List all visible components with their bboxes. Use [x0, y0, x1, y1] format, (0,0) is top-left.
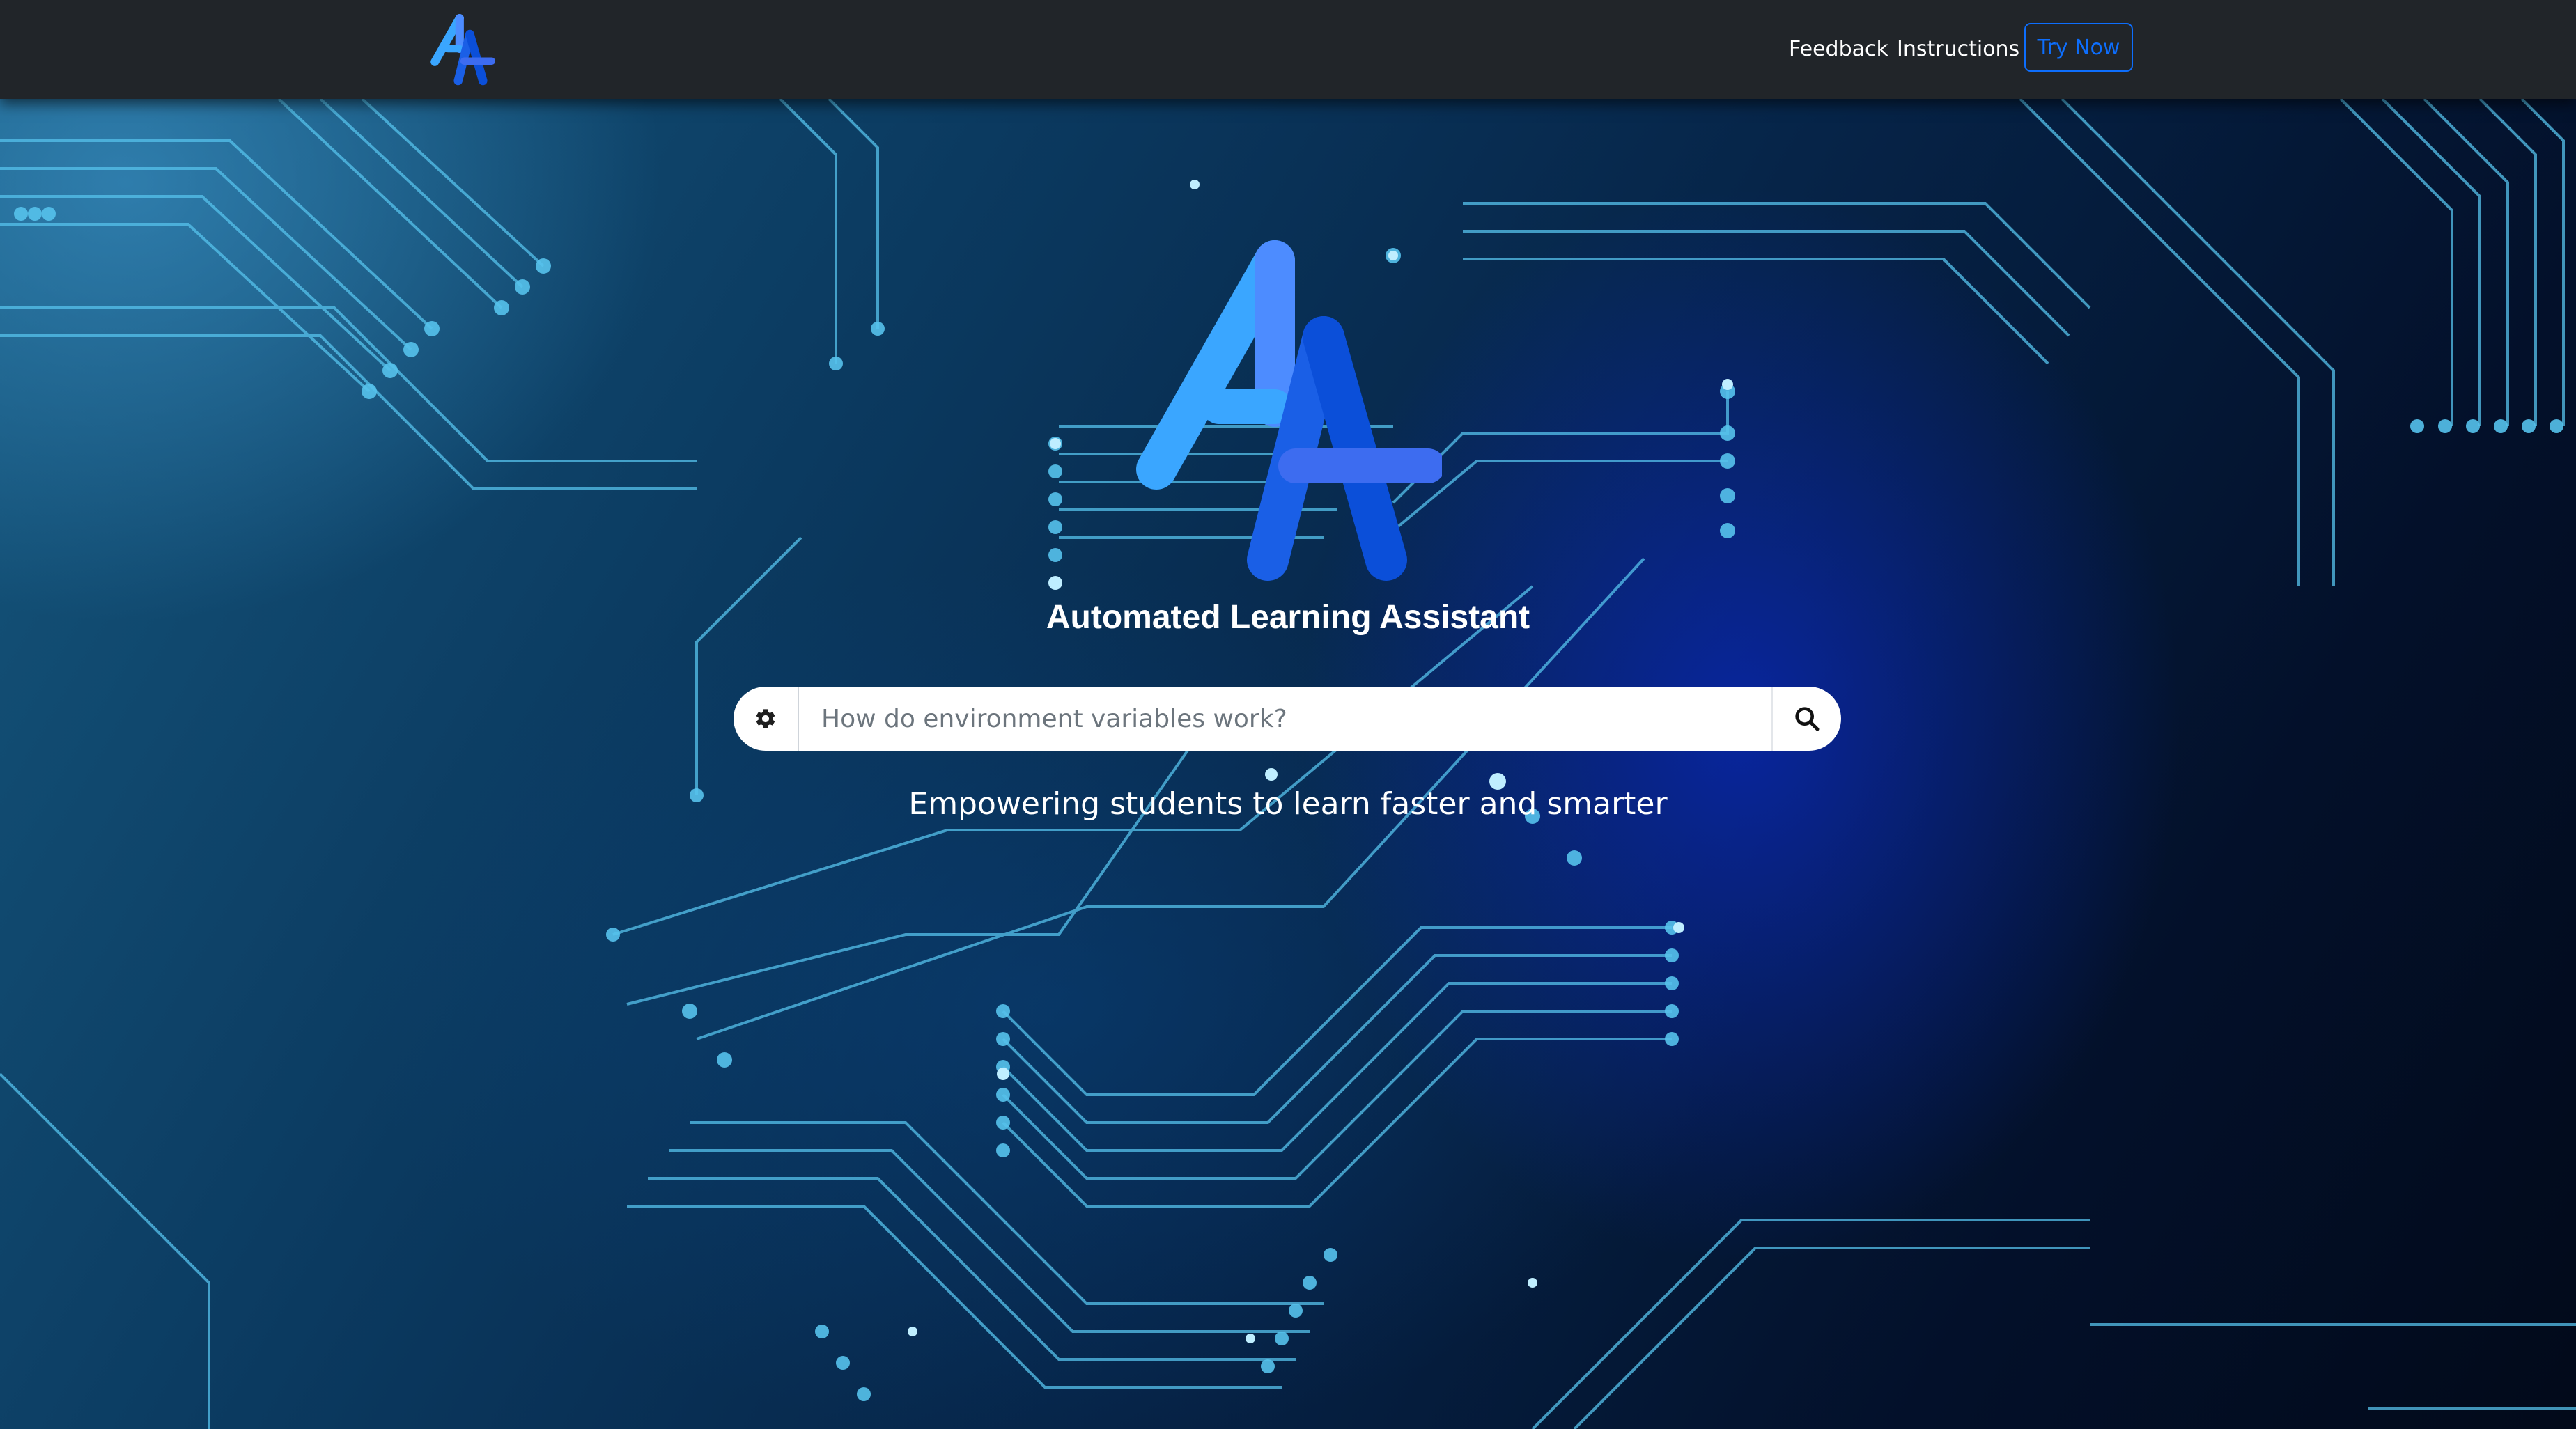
page-title: Automated Learning Assistant — [1046, 599, 1530, 636]
tagline: Empowering students to learn faster and … — [908, 786, 1668, 822]
search-button[interactable] — [1771, 687, 1841, 751]
aa-logo-icon[interactable] — [430, 11, 495, 86]
nav-link-feedback[interactable]: Feedback — [1789, 32, 1888, 67]
search-icon — [1795, 707, 1820, 731]
navbar: Feedback Instructions Try Now — [0, 0, 2576, 99]
settings-button[interactable] — [734, 687, 799, 751]
try-now-button[interactable]: Try Now — [2024, 23, 2133, 72]
gear-icon — [756, 709, 775, 728]
search-input[interactable] — [799, 687, 1771, 751]
hero-section: Automated Learning Assistant Empowering … — [0, 99, 2576, 1429]
search-bar — [734, 687, 1841, 751]
nav-link-instructions[interactable]: Instructions — [1897, 32, 2019, 67]
aa-logo-icon — [1136, 240, 1442, 581]
